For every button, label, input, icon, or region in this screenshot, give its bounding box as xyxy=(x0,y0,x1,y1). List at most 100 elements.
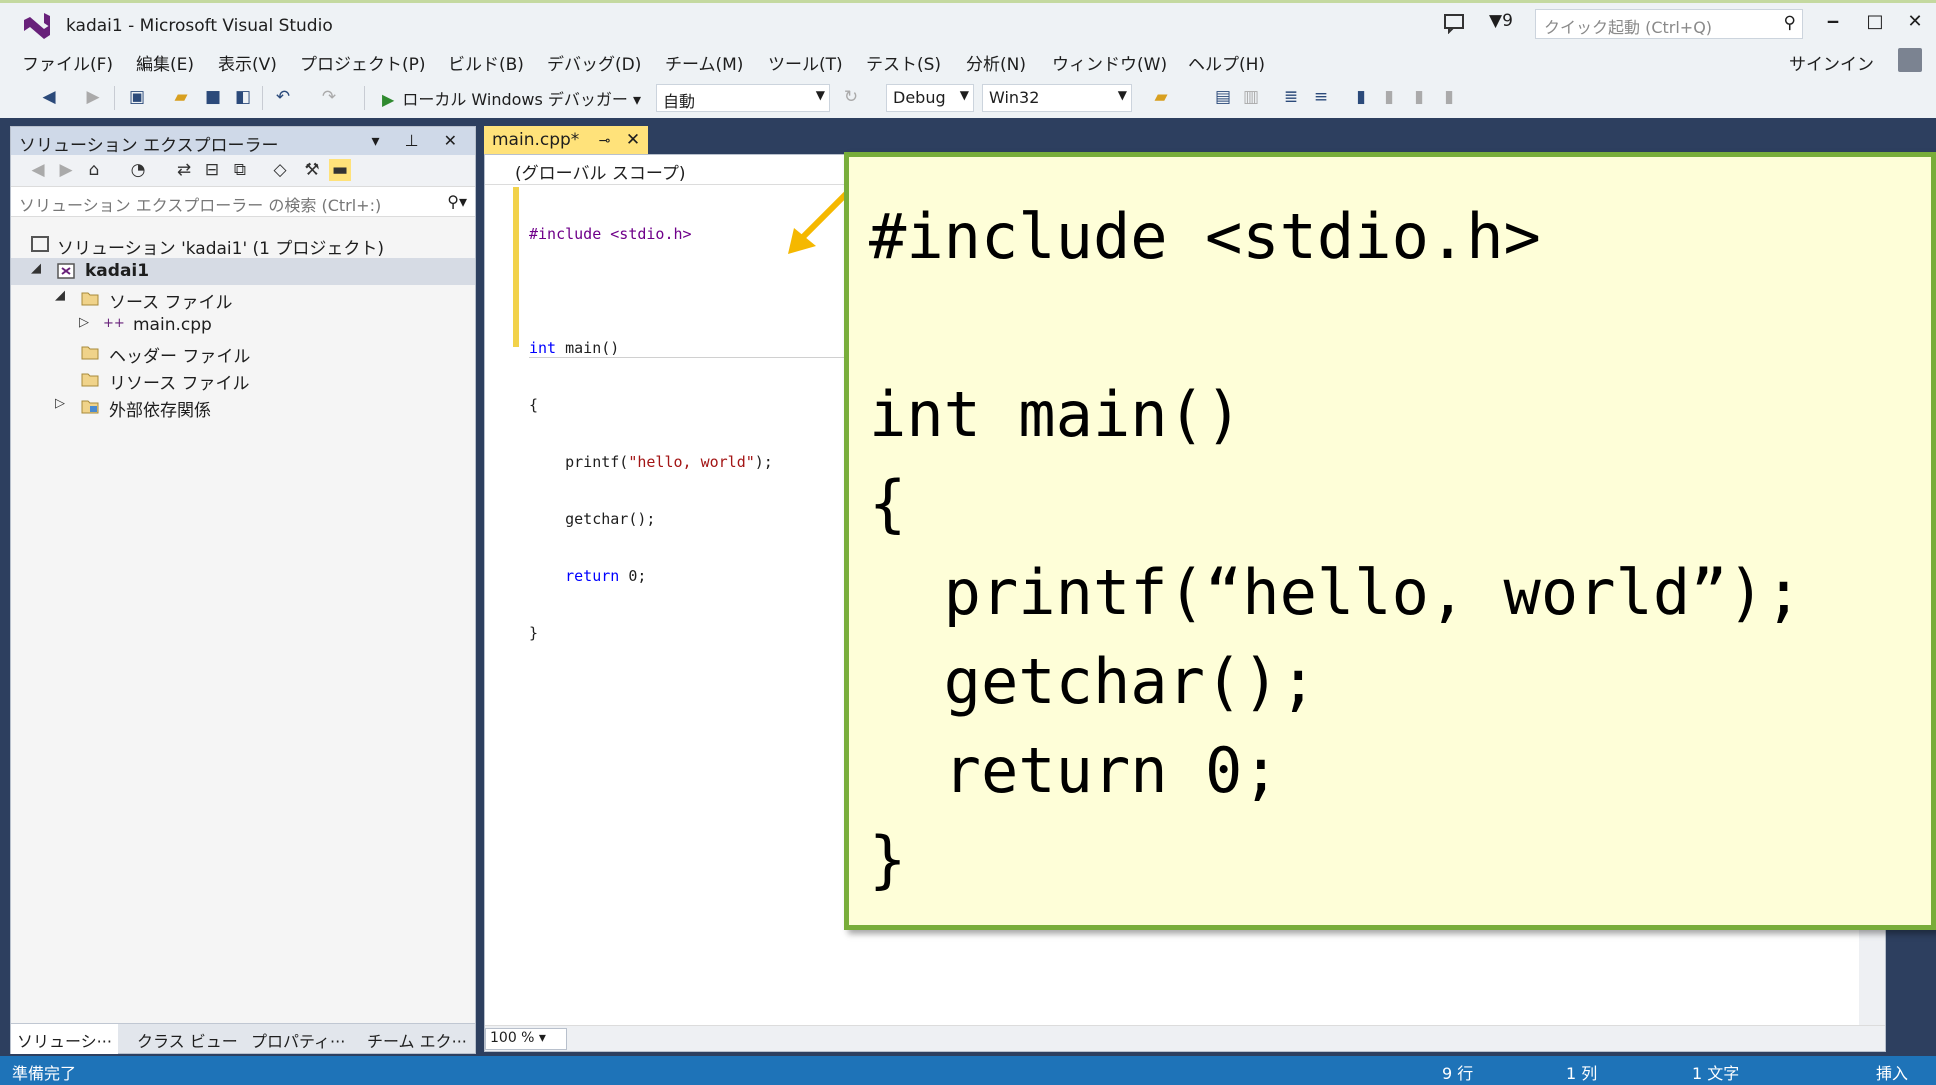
pin-icon[interactable]: ⊸ xyxy=(599,133,611,149)
sync-icon[interactable]: ⇄ xyxy=(173,159,195,181)
find-in-files-icon[interactable]: ▰ xyxy=(1150,86,1172,108)
menu-tools[interactable]: ツール(T) xyxy=(768,50,843,75)
new-project-icon[interactable]: ▣ xyxy=(126,86,148,108)
menu-team[interactable]: チーム(M) xyxy=(665,50,743,75)
solution-explorer-tab-strip: ソリューシ··· クラス ビュー プロパティ··· チーム エク··· xyxy=(11,1023,475,1054)
external-deps-icon xyxy=(81,400,99,414)
collapsed-arrow-icon: ▷ xyxy=(55,396,65,411)
show-all-files-icon[interactable]: ⧉ xyxy=(229,159,251,181)
callout-line: #include <stdio.h> xyxy=(869,200,1541,273)
undo-icon[interactable]: ↶ xyxy=(272,86,294,108)
menu-help[interactable]: ヘルプ(H) xyxy=(1188,50,1265,75)
notifications-filter-icon[interactable]: ▼9 xyxy=(1489,11,1513,31)
account-icon[interactable] xyxy=(1898,48,1922,72)
properties-icon[interactable]: ⚒ xyxy=(301,159,323,181)
code-token: return xyxy=(529,567,620,585)
tab-main-cpp[interactable]: main.cpp* ⊸ ✕ xyxy=(484,126,649,154)
callout-line xyxy=(869,281,1802,370)
visual-studio-logo-icon xyxy=(24,13,50,39)
menu-build[interactable]: ビルド(B) xyxy=(448,50,524,75)
close-tab-icon[interactable]: ✕ xyxy=(626,130,640,150)
redo-icon[interactable]: ↷ xyxy=(318,86,340,108)
code-line: int main() xyxy=(529,339,773,358)
menu-view[interactable]: 表示(V) xyxy=(218,50,277,75)
menu-window[interactable]: ウィンドウ(W) xyxy=(1052,50,1167,75)
preview-icon[interactable]: ▬ xyxy=(329,159,351,181)
callout-line: } xyxy=(869,823,907,896)
open-file-icon[interactable]: ▰ xyxy=(170,86,192,108)
zoom-select[interactable]: 100 % ▾ xyxy=(485,1028,567,1050)
zoom-value: 100 % xyxy=(490,1030,535,1046)
comment-icon[interactable]: ≣ xyxy=(1280,86,1302,108)
solution-explorer-search-input[interactable]: ソリューション エクスプローラー の検索 (Ctrl+:) ⚲▾ xyxy=(11,187,475,217)
status-insert-mode: 挿入 xyxy=(1876,1064,1909,1083)
play-icon: ▶ xyxy=(382,90,395,109)
tree-item-project[interactable]: ◢ kadai1 xyxy=(11,258,475,285)
restart-icon[interactable]: ↻ xyxy=(840,86,862,108)
window-title: kadai1 - Microsoft Visual Studio xyxy=(66,16,333,36)
menu-test[interactable]: テスト(S) xyxy=(866,50,941,75)
solution-config-value: 自動 xyxy=(663,92,696,111)
code-token: getchar(); xyxy=(529,510,656,528)
save-icon[interactable]: ■ xyxy=(202,86,224,108)
back-icon[interactable]: ◀ xyxy=(27,159,49,181)
tree-item-main-cpp[interactable]: ▷ ++ main.cpp xyxy=(11,312,475,339)
tree-item-label: 外部依存関係 xyxy=(109,401,211,421)
start-debugger-button[interactable]: ▶ ローカル Windows デバッガー ▾ xyxy=(382,86,641,110)
platform-select[interactable]: Win32 ▼ xyxy=(982,84,1132,112)
home-icon[interactable]: ⌂ xyxy=(83,159,105,181)
tree-item-label: main.cpp xyxy=(133,315,212,335)
scope-value: (グローバル スコープ) xyxy=(515,164,686,184)
tree-item-label: リソース ファイル xyxy=(109,374,250,394)
callout-line: { xyxy=(869,467,907,540)
chevron-down-icon: ▼ xyxy=(815,88,825,102)
forward-icon[interactable]: ▶ xyxy=(82,86,104,108)
collapse-all-icon[interactable]: ⊟ xyxy=(201,159,223,181)
history-icon[interactable]: ◔ xyxy=(127,159,149,181)
minimize-button[interactable]: ‒ xyxy=(1816,11,1850,39)
tab-label: main.cpp* xyxy=(492,130,580,150)
tree-item-solution[interactable]: ソリューション 'kadai1' (1 プロジェクト) xyxy=(11,231,475,259)
solution-config-select[interactable]: 自動 ▼ xyxy=(656,84,830,112)
panel-controls[interactable]: ▾ ⊥ ✕ xyxy=(371,131,467,150)
clear-bookmarks-icon[interactable]: ▮ xyxy=(1438,86,1460,108)
solution-explorer-search-placeholder: ソリューション エクスプローラー の検索 (Ctrl+:) xyxy=(19,196,382,215)
menu-edit[interactable]: 編集(E) xyxy=(136,50,194,75)
toolbar-separator xyxy=(364,86,365,110)
tab-team-explorer[interactable]: チーム エク··· xyxy=(367,1028,467,1052)
maximize-button[interactable]: □ xyxy=(1858,11,1892,39)
cpp-file-icon: ++ xyxy=(103,316,125,331)
tree-item-header-files[interactable]: ヘッダー ファイル xyxy=(11,339,475,367)
menu-project[interactable]: プロジェクト(P) xyxy=(300,50,426,75)
prev-bookmark-icon[interactable]: ▮ xyxy=(1378,86,1400,108)
code-text[interactable]: #include <stdio.h> int main() { printf("… xyxy=(529,187,773,681)
expanded-arrow-icon: ◢ xyxy=(31,261,41,276)
view-code-icon[interactable]: ◇ xyxy=(269,159,291,181)
quick-launch-input[interactable]: クイック起動 (Ctrl+Q) ⚲ xyxy=(1535,9,1803,39)
solution-view-icon[interactable]: ▤ xyxy=(1212,86,1234,108)
bookmark-icon[interactable]: ▮ xyxy=(1350,86,1372,108)
back-icon[interactable]: ◀ xyxy=(38,86,60,108)
tab-class-view[interactable]: クラス ビュー xyxy=(137,1028,238,1052)
tab-properties[interactable]: プロパティ··· xyxy=(251,1028,345,1052)
next-bookmark-icon[interactable]: ▮ xyxy=(1408,86,1430,108)
menu-debug[interactable]: デバッグ(D) xyxy=(547,50,641,75)
close-button[interactable]: ✕ xyxy=(1898,11,1932,39)
uncomment-icon[interactable]: ≡ xyxy=(1310,86,1332,108)
tree-item-external-deps[interactable]: ▷ 外部依存関係 xyxy=(11,393,475,421)
status-ready: 準備完了 xyxy=(12,1064,77,1083)
window-layout-icon[interactable]: ▥ xyxy=(1240,86,1262,108)
feedback-icon[interactable] xyxy=(1443,12,1465,34)
menu-file[interactable]: ファイル(F) xyxy=(22,50,113,75)
forward-icon[interactable]: ▶ xyxy=(55,159,77,181)
signin-link[interactable]: サインイン xyxy=(1789,50,1874,75)
tree-item-source-files[interactable]: ◢ ソース ファイル xyxy=(11,285,475,313)
menu-analyze[interactable]: 分析(N) xyxy=(966,50,1026,75)
tree-item-resource-files[interactable]: リソース ファイル xyxy=(11,366,475,394)
build-config-select[interactable]: Debug ▼ xyxy=(886,84,974,112)
tab-solution-explorer[interactable]: ソリューシ··· xyxy=(11,1024,118,1054)
platform-value: Win32 xyxy=(989,88,1040,107)
save-all-icon[interactable]: ◧ xyxy=(232,86,254,108)
callout-line: return 0; xyxy=(869,734,1280,807)
